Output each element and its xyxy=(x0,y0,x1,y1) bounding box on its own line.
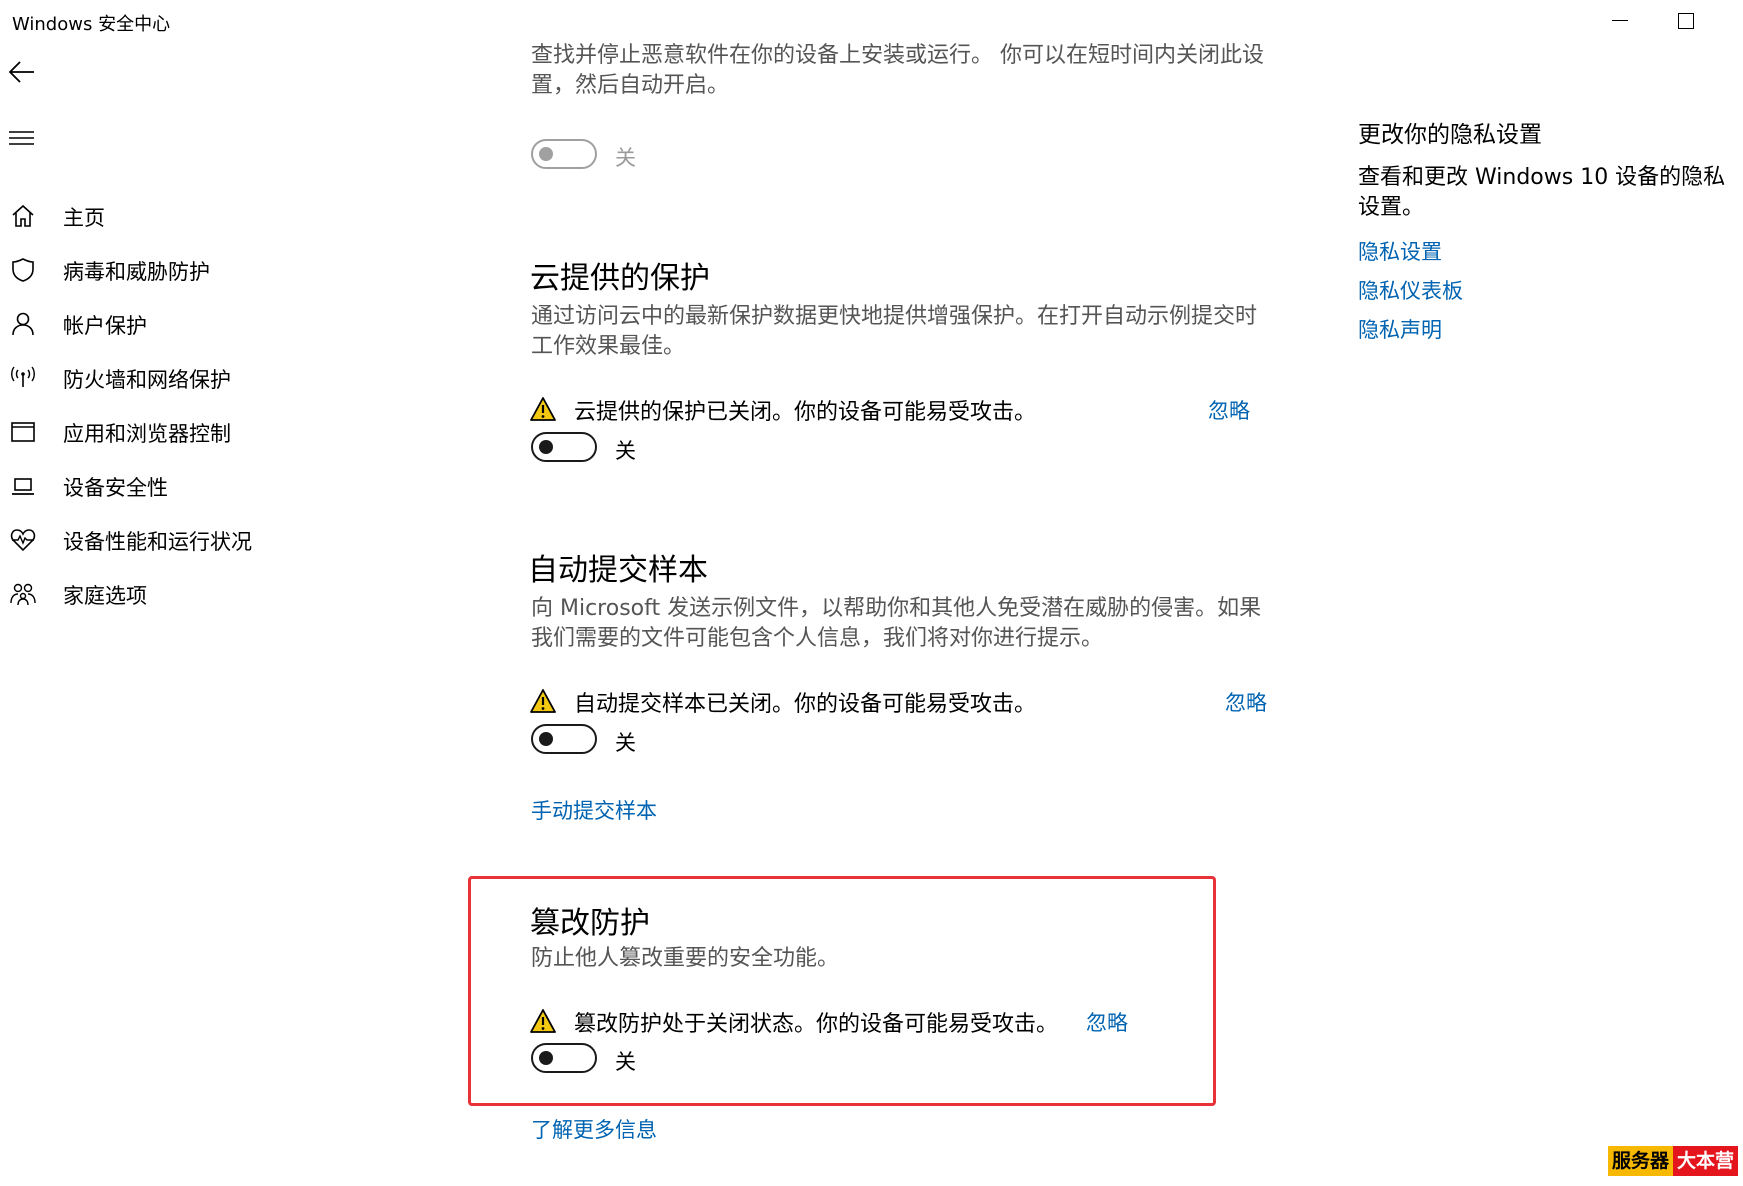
minimize-button[interactable] xyxy=(1583,0,1653,40)
tamper-toggle-state: 关 xyxy=(615,1050,636,1074)
nav-item-home[interactable]: 主页 xyxy=(0,191,460,239)
warning-icon xyxy=(530,689,556,713)
nav-item-device-security[interactable]: 设备安全性 xyxy=(0,461,460,509)
home-icon xyxy=(12,204,34,227)
cloud-protection-toggle[interactable] xyxy=(531,432,597,462)
sample-submission-description: 向 Microsoft 发送示例文件，以帮助你和其他人免受潜在威胁的侵害。如果我… xyxy=(531,596,1262,651)
cloud-protection-description: 通过访问云中的最新保护数据更快地提供增强保护。在打开自动示例提交时工作效果最佳。 xyxy=(531,304,1258,359)
watermark-part-1: 服务器 xyxy=(1608,1146,1674,1176)
sample-warning-row: 自动提交样本已关闭。你的设备可能易受攻击。 xyxy=(530,686,1270,720)
cloud-toggle-state: 关 xyxy=(615,439,636,463)
watermark-part-2: 大本营 xyxy=(1673,1146,1739,1176)
sample-submission-toggle[interactable] xyxy=(531,724,597,754)
nav-label: 应用和浏览器控制 xyxy=(63,422,231,446)
manual-submit-sample-link[interactable]: 手动提交样本 xyxy=(531,795,657,825)
family-icon xyxy=(10,583,36,606)
back-button[interactable] xyxy=(6,56,38,88)
toggle-knob xyxy=(539,440,553,454)
nav-label: 病毒和威胁防护 xyxy=(63,260,210,284)
antenna-icon xyxy=(11,366,35,387)
privacy-settings-title: 更改你的隐私设置 xyxy=(1358,122,1542,148)
nav-label: 防火墙和网络保护 xyxy=(63,368,231,392)
nav-item-account-protection[interactable]: 帐户保护 xyxy=(0,299,460,347)
sample-toggle-state: 关 xyxy=(615,731,636,755)
cloud-protection-title: 云提供的保护 xyxy=(530,261,710,296)
hamburger-icon xyxy=(9,131,34,145)
back-arrow-icon xyxy=(8,61,34,83)
nav-label: 设备安全性 xyxy=(63,476,168,500)
tamper-protection-title: 篡改防护 xyxy=(530,906,650,941)
nav-label: 家庭选项 xyxy=(63,584,147,608)
toggle-knob xyxy=(539,732,553,746)
privacy-settings-link[interactable]: 隐私设置 xyxy=(1358,236,1442,266)
warning-icon xyxy=(530,397,556,421)
privacy-statement-link[interactable]: 隐私声明 xyxy=(1358,314,1442,344)
app-title: Windows 安全中心 xyxy=(12,14,171,35)
realtime-protection-toggle[interactable] xyxy=(531,139,597,169)
nav-item-firewall[interactable]: 防火墙和网络保护 xyxy=(0,353,460,401)
tamper-warning-row: 篡改防护处于关闭状态。你的设备可能易受攻击。 xyxy=(530,1006,1090,1040)
warning-icon xyxy=(530,1009,556,1033)
cloud-ignore-link[interactable]: 忽略 xyxy=(1208,395,1250,425)
nav-label: 主页 xyxy=(63,206,105,230)
heart-pulse-icon xyxy=(10,529,36,552)
toggle-knob xyxy=(539,147,553,161)
realtime-toggle-state: 关 xyxy=(615,146,636,170)
nav-item-virus-protection[interactable]: 病毒和威胁防护 xyxy=(0,245,460,293)
shield-icon xyxy=(12,258,34,282)
browser-window-icon xyxy=(11,422,35,442)
sample-ignore-link[interactable]: 忽略 xyxy=(1225,687,1267,717)
laptop-icon xyxy=(12,478,34,495)
cloud-warning-row: 云提供的保护已关闭。你的设备可能易受攻击。 xyxy=(530,394,1260,428)
nav-item-device-performance[interactable]: 设备性能和运行状况 xyxy=(0,515,460,563)
tamper-protection-description: 防止他人篡改重要的安全功能。 xyxy=(531,946,840,971)
person-icon xyxy=(12,312,34,336)
tamper-protection-toggle[interactable] xyxy=(531,1043,597,1073)
nav-label: 帐户保护 xyxy=(63,314,147,338)
sample-warning-text: 自动提交样本已关闭。你的设备可能易受攻击。 xyxy=(574,692,1037,717)
cloud-warning-text: 云提供的保护已关闭。你的设备可能易受攻击。 xyxy=(574,400,1037,425)
watermark-logo: 服务器 大本营 xyxy=(1608,1146,1739,1176)
toggle-knob xyxy=(539,1051,553,1065)
nav-label: 设备性能和运行状况 xyxy=(63,530,252,554)
privacy-dashboard-link[interactable]: 隐私仪表板 xyxy=(1358,275,1463,305)
nav-item-app-browser-control[interactable]: 应用和浏览器控制 xyxy=(0,407,460,455)
sample-submission-title: 自动提交样本 xyxy=(528,553,708,588)
learn-more-link[interactable]: 了解更多信息 xyxy=(531,1114,657,1144)
title-bar: Windows 安全中心 xyxy=(0,0,1743,40)
realtime-description: 查找并停止恶意软件在你的设备上安装或运行。 你可以在短时间内关闭此设置，然后自动… xyxy=(531,43,1264,98)
tamper-warning-text: 篡改防护处于关闭状态。你的设备可能易受攻击。 xyxy=(574,1012,1059,1037)
nav-item-family-options[interactable]: 家庭选项 xyxy=(0,569,460,617)
privacy-settings-description: 查看和更改 Windows 10 设备的隐私设置。 xyxy=(1358,165,1726,220)
maximize-button[interactable] xyxy=(1650,0,1720,40)
menu-button[interactable] xyxy=(8,128,36,152)
tamper-ignore-link[interactable]: 忽略 xyxy=(1086,1007,1128,1037)
